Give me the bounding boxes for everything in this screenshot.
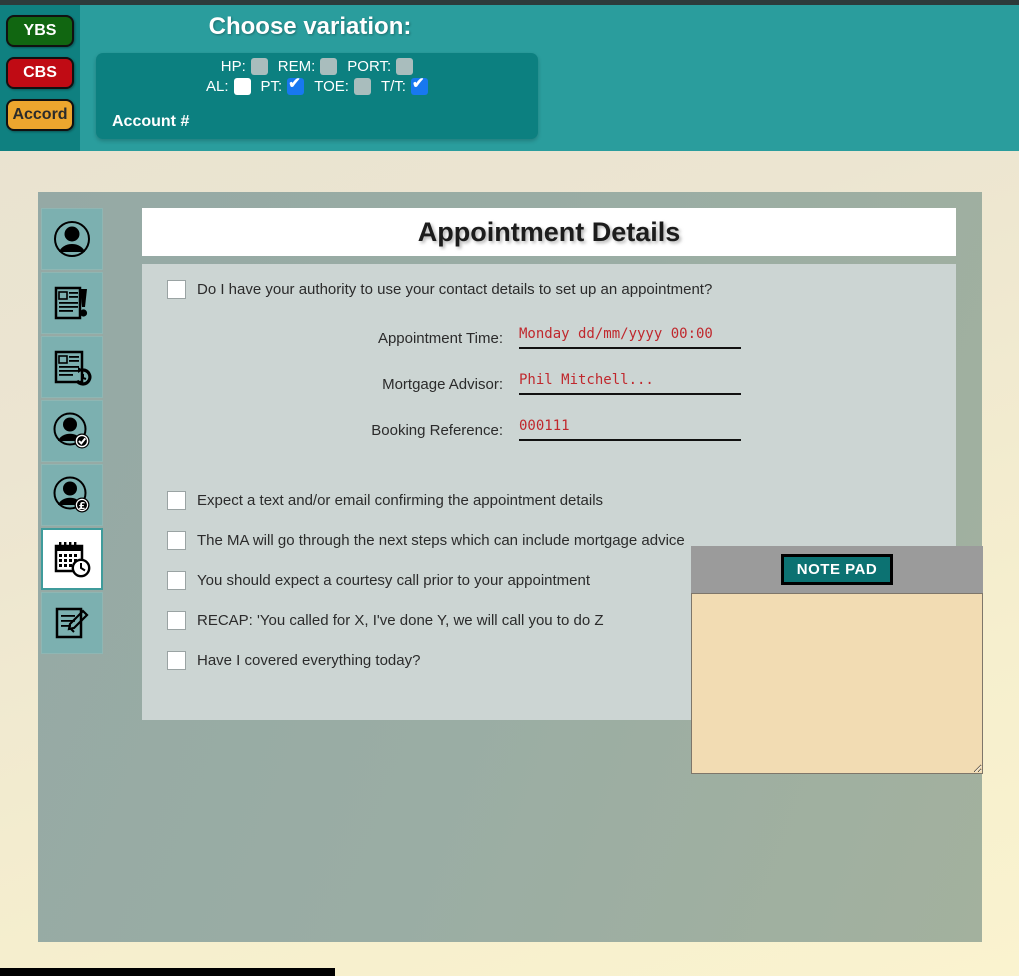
- variation-checkbox-tt[interactable]: [410, 75, 428, 95]
- notepad-panel: NOTE PAD: [691, 546, 983, 774]
- field-input-booking-reference[interactable]: 000111: [519, 418, 741, 441]
- sidebar-item-document-pencil[interactable]: [41, 592, 103, 654]
- variation-item-pt: PT:: [260, 75, 305, 95]
- brand-button-accord[interactable]: Accord: [6, 99, 74, 131]
- appointment-checklist: Expect a text and/or email confirming th…: [167, 491, 685, 670]
- sidebar-item-calendar-clock[interactable]: [41, 528, 103, 590]
- variation-row-2: AL: PT: TOE: T/T:: [96, 75, 538, 95]
- checklist-checkbox-2[interactable]: [167, 531, 186, 550]
- sidebar-item-document-history[interactable]: [41, 336, 103, 398]
- field-value-booking-reference[interactable]: 000111: [519, 418, 741, 435]
- authority-question-label: Do I have your authority to use your con…: [197, 281, 713, 298]
- sidebar-item-person-check[interactable]: [41, 400, 103, 462]
- notepad-textarea[interactable]: [691, 593, 983, 774]
- checklist-item: You should expect a courtesy call prior …: [167, 571, 685, 590]
- variation-checkbox-hp[interactable]: [250, 58, 268, 75]
- checklist-checkbox-1[interactable]: [167, 491, 186, 510]
- variation-item-tt: T/T:: [380, 75, 428, 95]
- checklist-label-1: Expect a text and/or email confirming th…: [197, 492, 604, 509]
- app-header: YBS CBS Accord Choose variation: HP: REM…: [0, 5, 1019, 151]
- checklist-item: The MA will go through the next steps wh…: [167, 531, 685, 550]
- person-icon: [52, 219, 92, 259]
- variation-label-tt: T/T:: [380, 78, 406, 95]
- choose-variation-title: Choose variation:: [208, 13, 412, 40]
- page-title: Appointment Details: [417, 216, 681, 247]
- checklist-item: Have I covered everything today?: [167, 651, 685, 670]
- brand-button-cbs[interactable]: CBS: [6, 57, 74, 89]
- icon-sidebar: £: [41, 208, 103, 654]
- variation-checkbox-pt[interactable]: [287, 75, 305, 95]
- field-appointment-time: Appointment Time: Monday dd/mm/yyyy 00:0…: [142, 326, 956, 349]
- document-alert-icon: [52, 283, 92, 323]
- notepad-button[interactable]: NOTE PAD: [780, 554, 894, 585]
- variation-checkbox-toe[interactable]: [353, 78, 371, 95]
- variation-label-toe: TOE:: [314, 78, 349, 95]
- document-history-icon: [52, 347, 92, 387]
- field-label-appointment-time: Appointment Time:: [377, 330, 503, 347]
- sidebar-item-document-alert[interactable]: [41, 272, 103, 334]
- page-title-bar: Appointment Details: [142, 208, 956, 256]
- variation-panel: HP: REM: PORT: AL: PT: TOE:: [96, 53, 538, 139]
- variation-checkbox-al[interactable]: [233, 78, 251, 95]
- checklist-label-4: RECAP: 'You called for X, I've done Y, w…: [197, 612, 604, 629]
- variation-item-rem: REM:: [278, 58, 338, 75]
- account-number-label: Account #: [112, 113, 190, 130]
- checklist-item: RECAP: 'You called for X, I've done Y, w…: [167, 611, 685, 630]
- variation-label-al: AL:: [206, 78, 229, 95]
- variation-item-al: AL:: [206, 78, 251, 95]
- variation-item-toe: TOE:: [314, 78, 371, 95]
- field-booking-reference: Booking Reference: 000111: [142, 418, 956, 441]
- field-value-appointment-time[interactable]: Monday dd/mm/yyyy 00:00: [519, 326, 741, 343]
- variation-item-hp: HP:: [221, 58, 268, 75]
- field-value-mortgage-advisor[interactable]: Phil Mitchell...: [519, 372, 741, 389]
- bottom-black-bar: [0, 968, 335, 976]
- document-pencil-icon: [52, 603, 92, 643]
- field-input-mortgage-advisor[interactable]: Phil Mitchell...: [519, 372, 741, 395]
- brand-button-ybs[interactable]: YBS: [6, 15, 74, 47]
- person-check-icon: [52, 411, 92, 451]
- svg-text:£: £: [79, 501, 86, 512]
- variation-label-hp: HP:: [220, 58, 246, 75]
- field-label-booking-reference: Booking Reference:: [371, 422, 503, 439]
- field-mortgage-advisor: Mortgage Advisor: Phil Mitchell...: [142, 372, 956, 395]
- variation-item-port: PORT:: [347, 58, 414, 75]
- checklist-checkbox-5[interactable]: [167, 651, 186, 670]
- brand-button-column: YBS CBS Accord: [0, 5, 80, 151]
- checklist-label-2: The MA will go through the next steps wh…: [197, 532, 685, 549]
- checklist-item: Expect a text and/or email confirming th…: [167, 491, 685, 510]
- variation-label-port: PORT:: [347, 58, 392, 75]
- variation-row-1: HP: REM: PORT:: [96, 58, 538, 75]
- person-pound-icon: £: [52, 475, 92, 515]
- authority-question-row: Do I have your authority to use your con…: [167, 280, 712, 299]
- field-label-mortgage-advisor: Mortgage Advisor:: [382, 376, 503, 393]
- field-input-appointment-time[interactable]: Monday dd/mm/yyyy 00:00: [519, 326, 741, 349]
- variation-checkbox-rem[interactable]: [320, 58, 338, 75]
- checklist-checkbox-3[interactable]: [167, 571, 186, 590]
- variation-label-rem: REM:: [277, 58, 316, 75]
- checklist-label-5: Have I covered everything today?: [197, 652, 421, 669]
- appointment-fields: Appointment Time: Monday dd/mm/yyyy 00:0…: [142, 326, 956, 464]
- checklist-label-3: You should expect a courtesy call prior …: [197, 572, 591, 589]
- notepad-header: NOTE PAD: [691, 546, 983, 593]
- calendar-clock-icon: [52, 539, 92, 579]
- checklist-checkbox-4[interactable]: [167, 611, 186, 630]
- variation-label-pt: PT:: [260, 78, 283, 95]
- sidebar-item-person[interactable]: [41, 208, 103, 270]
- authority-checkbox[interactable]: [167, 280, 186, 299]
- variation-checkbox-port[interactable]: [396, 58, 414, 75]
- sidebar-item-person-pound[interactable]: £: [41, 464, 103, 526]
